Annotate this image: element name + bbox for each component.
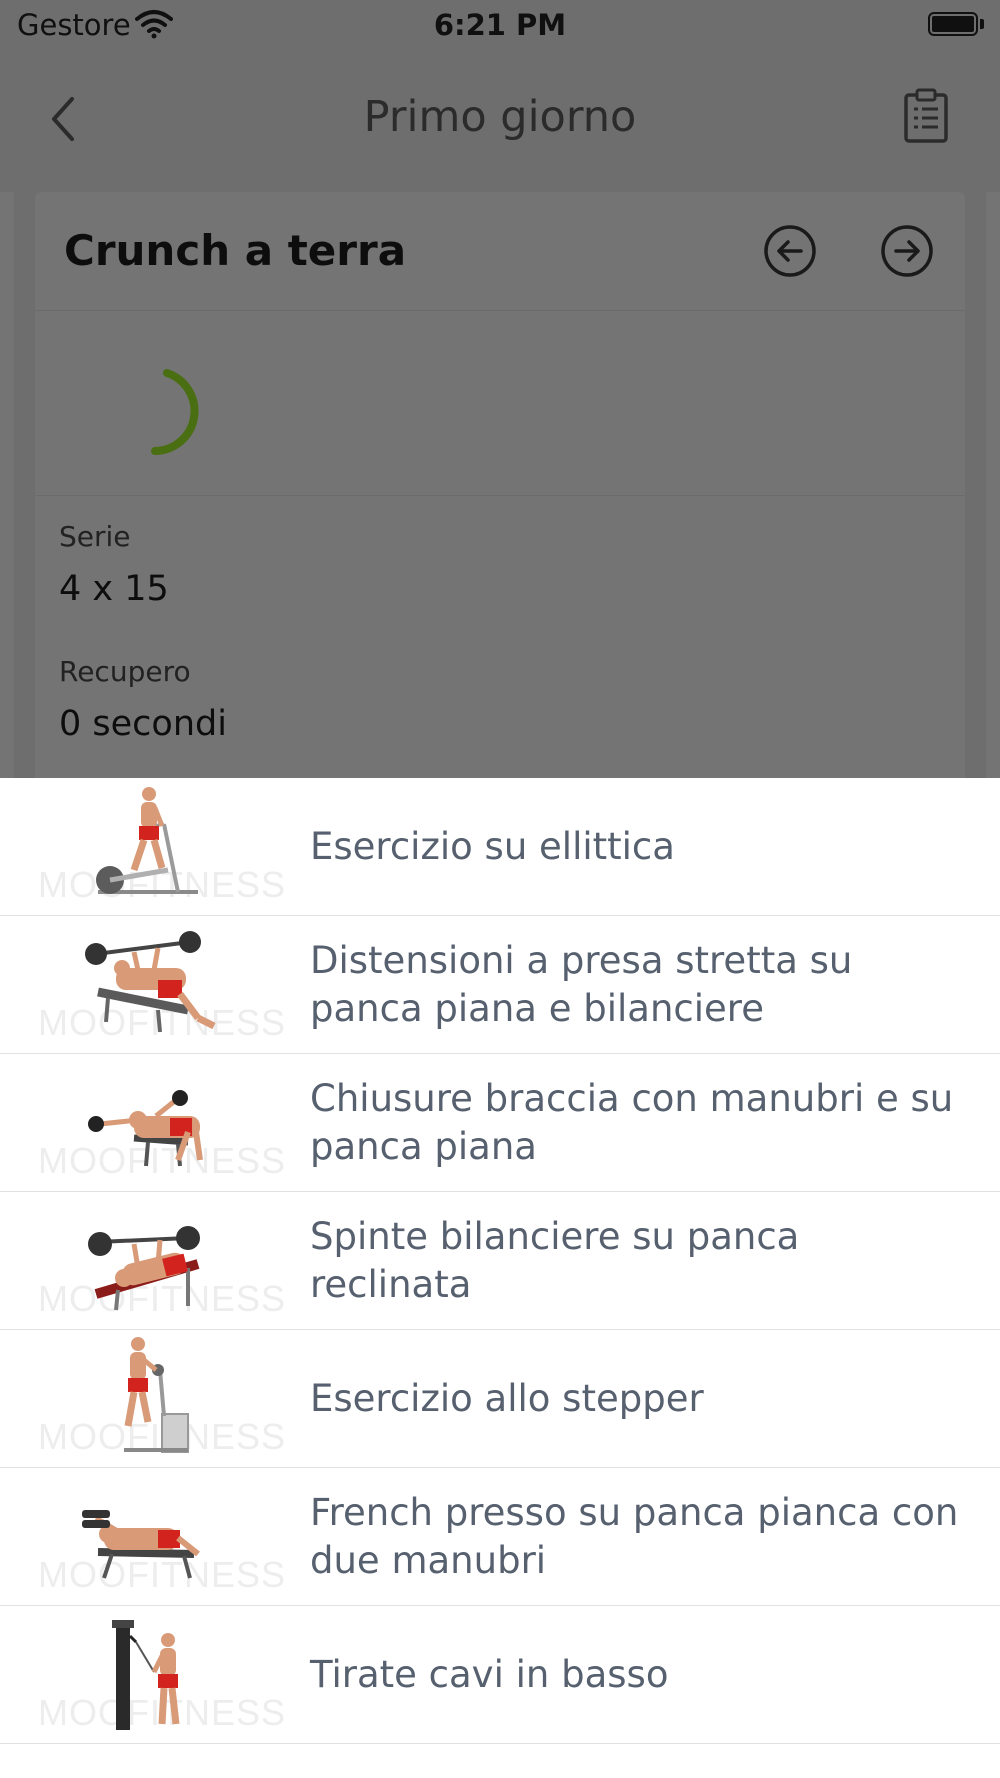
navigation-bar: Primo giorno	[0, 52, 1000, 193]
clipboard-icon[interactable]	[902, 87, 950, 145]
exercise-thumbnail: MOOFITNESS	[38, 1612, 285, 1736]
next-card-edge	[986, 192, 1000, 778]
exercise-card: Crunch a terra Serie 4 x 15 Recupero 0 s…	[35, 192, 965, 778]
previous-card-edge	[0, 192, 14, 778]
exercise-thumbnail: MOOFITNESS	[38, 784, 285, 908]
page-title: Primo giorno	[363, 92, 637, 142]
list-item[interactable]: MOOFITNESS Esercizio allo stepper	[0, 1330, 1000, 1468]
exercise-thumbnail: MOOFITNESS	[38, 1198, 285, 1322]
rest-label: Recupero	[59, 655, 191, 688]
list-item[interactable]: MOOFITNESS Chiusure braccia con manubri …	[0, 1054, 1000, 1192]
spinner-icon	[151, 369, 199, 455]
exercise-name: French presso su panca pianca con due ma…	[310, 1490, 959, 1582]
list-item[interactable]: MOOFITNESS Distensioni a presa stretta s…	[0, 916, 1000, 1054]
arrow-left-circle-icon[interactable]	[763, 224, 817, 278]
exercise-thumbnail: MOOFITNESS	[38, 1474, 285, 1598]
list-item[interactable]: MOOFITNESS French presso su panca pianca…	[0, 1468, 1000, 1606]
exercise-name: Spinte bilanciere su panca reclinata	[310, 1214, 800, 1306]
list-item[interactable]: MOOFITNESS Tirate cavi in basso	[0, 1606, 1000, 1744]
exercise-thumbnail: MOOFITNESS	[38, 1336, 285, 1460]
exercise-thumbnail: MOOFITNESS	[38, 1060, 285, 1184]
battery-cap	[980, 19, 984, 29]
battery-icon	[928, 12, 978, 36]
arrow-right-circle-icon[interactable]	[880, 224, 934, 278]
list-item[interactable]: MOOFITNESS Spinte bilanciere su panca re…	[0, 1192, 1000, 1330]
exercise-name: Esercizio su ellittica	[310, 824, 675, 868]
exercise-name: Tirate cavi in basso	[310, 1652, 669, 1696]
status-time: 6:21 PM	[433, 8, 567, 42]
series-label: Serie	[59, 520, 131, 553]
exercise-media	[35, 310, 965, 496]
exercise-name: Chiusure braccia con manubri e su panca …	[310, 1076, 954, 1168]
dimmed-content: Crunch a terra Serie 4 x 15 Recupero 0 s…	[0, 192, 1000, 778]
rest-value: 0 secondi	[59, 704, 227, 744]
exercise-name: Esercizio allo stepper	[310, 1376, 704, 1420]
card-header: Crunch a terra	[35, 192, 965, 311]
exercise-name: Distensioni a presa stretta su panca pia…	[310, 938, 853, 1030]
exercise-list: MOOFITNESS Esercizio su ellittica MOOFIT…	[0, 778, 1000, 1778]
series-value: 4 x 15	[59, 569, 169, 609]
status-bar: Gestore 6:21 PM	[0, 0, 1000, 52]
exercise-thumbnail: MOOFITNESS	[38, 922, 285, 1046]
list-item[interactable]: MOOFITNESS Esercizio su ellittica	[0, 778, 1000, 916]
exercise-title: Crunch a terra	[64, 226, 407, 275]
